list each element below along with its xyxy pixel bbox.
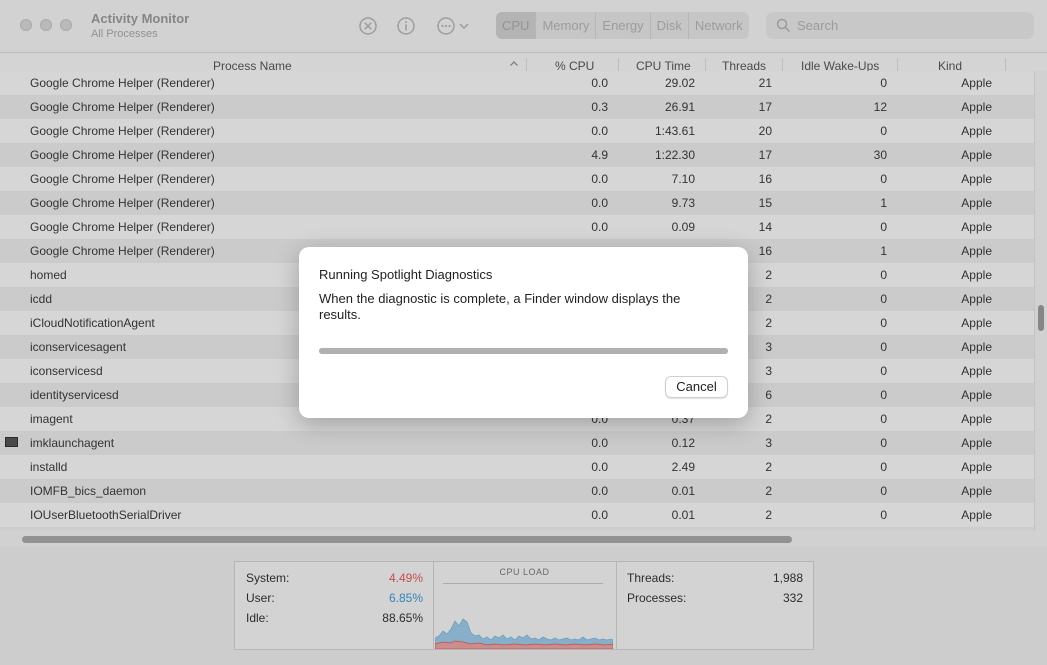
spotlight-diagnostics-dialog: Running Spotlight Diagnostics When the d… [299, 247, 748, 418]
dialog-message: When the diagnostic is complete, a Finde… [319, 291, 681, 322]
progress-fill [319, 348, 728, 354]
cancel-button[interactable]: Cancel [665, 376, 728, 398]
diagnostics-progress-bar [319, 348, 728, 354]
dialog-title: Running Spotlight Diagnostics [319, 267, 493, 282]
